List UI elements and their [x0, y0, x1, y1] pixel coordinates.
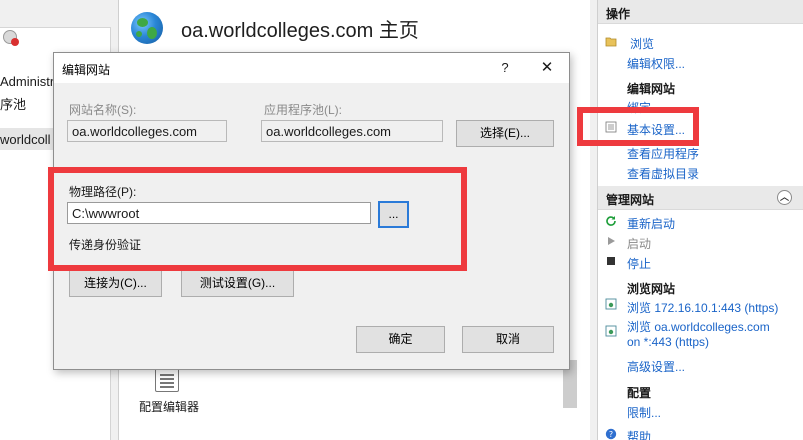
start-icon [608, 237, 615, 245]
svg-text:?: ? [609, 430, 613, 439]
page-title: oa.worldcolleges.com 主页 [181, 20, 419, 42]
action-stop[interactable]: 停止 [627, 255, 651, 272]
action-edit-permissions[interactable]: 编辑权限... [627, 55, 685, 72]
edit-site-heading: 编辑网站 [627, 82, 676, 96]
app-pool-field[interactable]: oa.worldcolleges.com [261, 120, 443, 142]
action-view-applications[interactable]: 查看应用程序 [627, 145, 699, 162]
action-browse-ip[interactable]: 浏览 172.16.10.1:443 (https) [627, 299, 778, 316]
action-view-virtual-directories[interactable]: 查看虚拟目录 [627, 165, 699, 182]
browse-folder-icon [605, 37, 617, 47]
cancel-button[interactable]: 取消 [462, 326, 554, 353]
action-browse-host-port[interactable]: on *:443 (https) [627, 335, 709, 349]
action-start[interactable]: 启动 [627, 235, 651, 252]
browse-page-icon [605, 298, 617, 310]
manage-site-header: 管理网站 ︿ [598, 186, 803, 210]
actions-header: 操作 [598, 0, 803, 24]
help-icon: ? [605, 428, 617, 440]
action-help[interactable]: 帮助 [627, 428, 651, 440]
close-button[interactable]: ✕ [536, 58, 558, 78]
connect-as-button[interactable]: 连接为(C)... [69, 270, 162, 297]
action-advanced-settings[interactable]: 高级设置... [627, 358, 685, 375]
browse-site-heading: 浏览网站 [627, 282, 676, 296]
site-name-field[interactable]: oa.worldcolleges.com [67, 120, 227, 142]
test-settings-button[interactable]: 测试设置(G)... [181, 270, 294, 297]
site-name-label: 网站名称(S): [69, 103, 137, 117]
basic-settings-highlight [577, 107, 699, 146]
collapse-icon[interactable]: ︿ [777, 190, 792, 205]
tree-item-site[interactable]: worldcoll [0, 132, 51, 147]
action-limits[interactable]: 限制... [627, 404, 661, 421]
dialog-title: 编辑网站 [62, 63, 111, 77]
app-pool-label: 应用程序池(L): [264, 103, 343, 117]
restart-icon [606, 216, 616, 226]
dialog-titlebar: 编辑网站 ? ✕ [54, 53, 569, 83]
config-editor-label[interactable]: 配置编辑器 [139, 398, 199, 415]
tree-item-app-pools[interactable]: 序池 [0, 94, 26, 113]
globe-icon [131, 12, 163, 44]
config-heading: 配置 [627, 386, 652, 400]
stop-icon [607, 257, 615, 265]
config-editor-icon[interactable] [155, 368, 179, 392]
action-browse-host[interactable]: 浏览 oa.worldcolleges.com [627, 318, 770, 335]
browse-page-icon [605, 325, 617, 337]
disconnect-icon[interactable] [3, 30, 19, 46]
ok-button[interactable]: 确定 [356, 326, 445, 353]
tree-toolbar [0, 0, 111, 28]
select-app-pool-button[interactable]: 选择(E)... [456, 120, 554, 147]
action-browse[interactable]: 浏览 [630, 35, 654, 52]
help-button[interactable]: ? [495, 58, 515, 78]
action-restart[interactable]: 重新启动 [627, 215, 675, 232]
physical-path-highlight [48, 167, 467, 271]
